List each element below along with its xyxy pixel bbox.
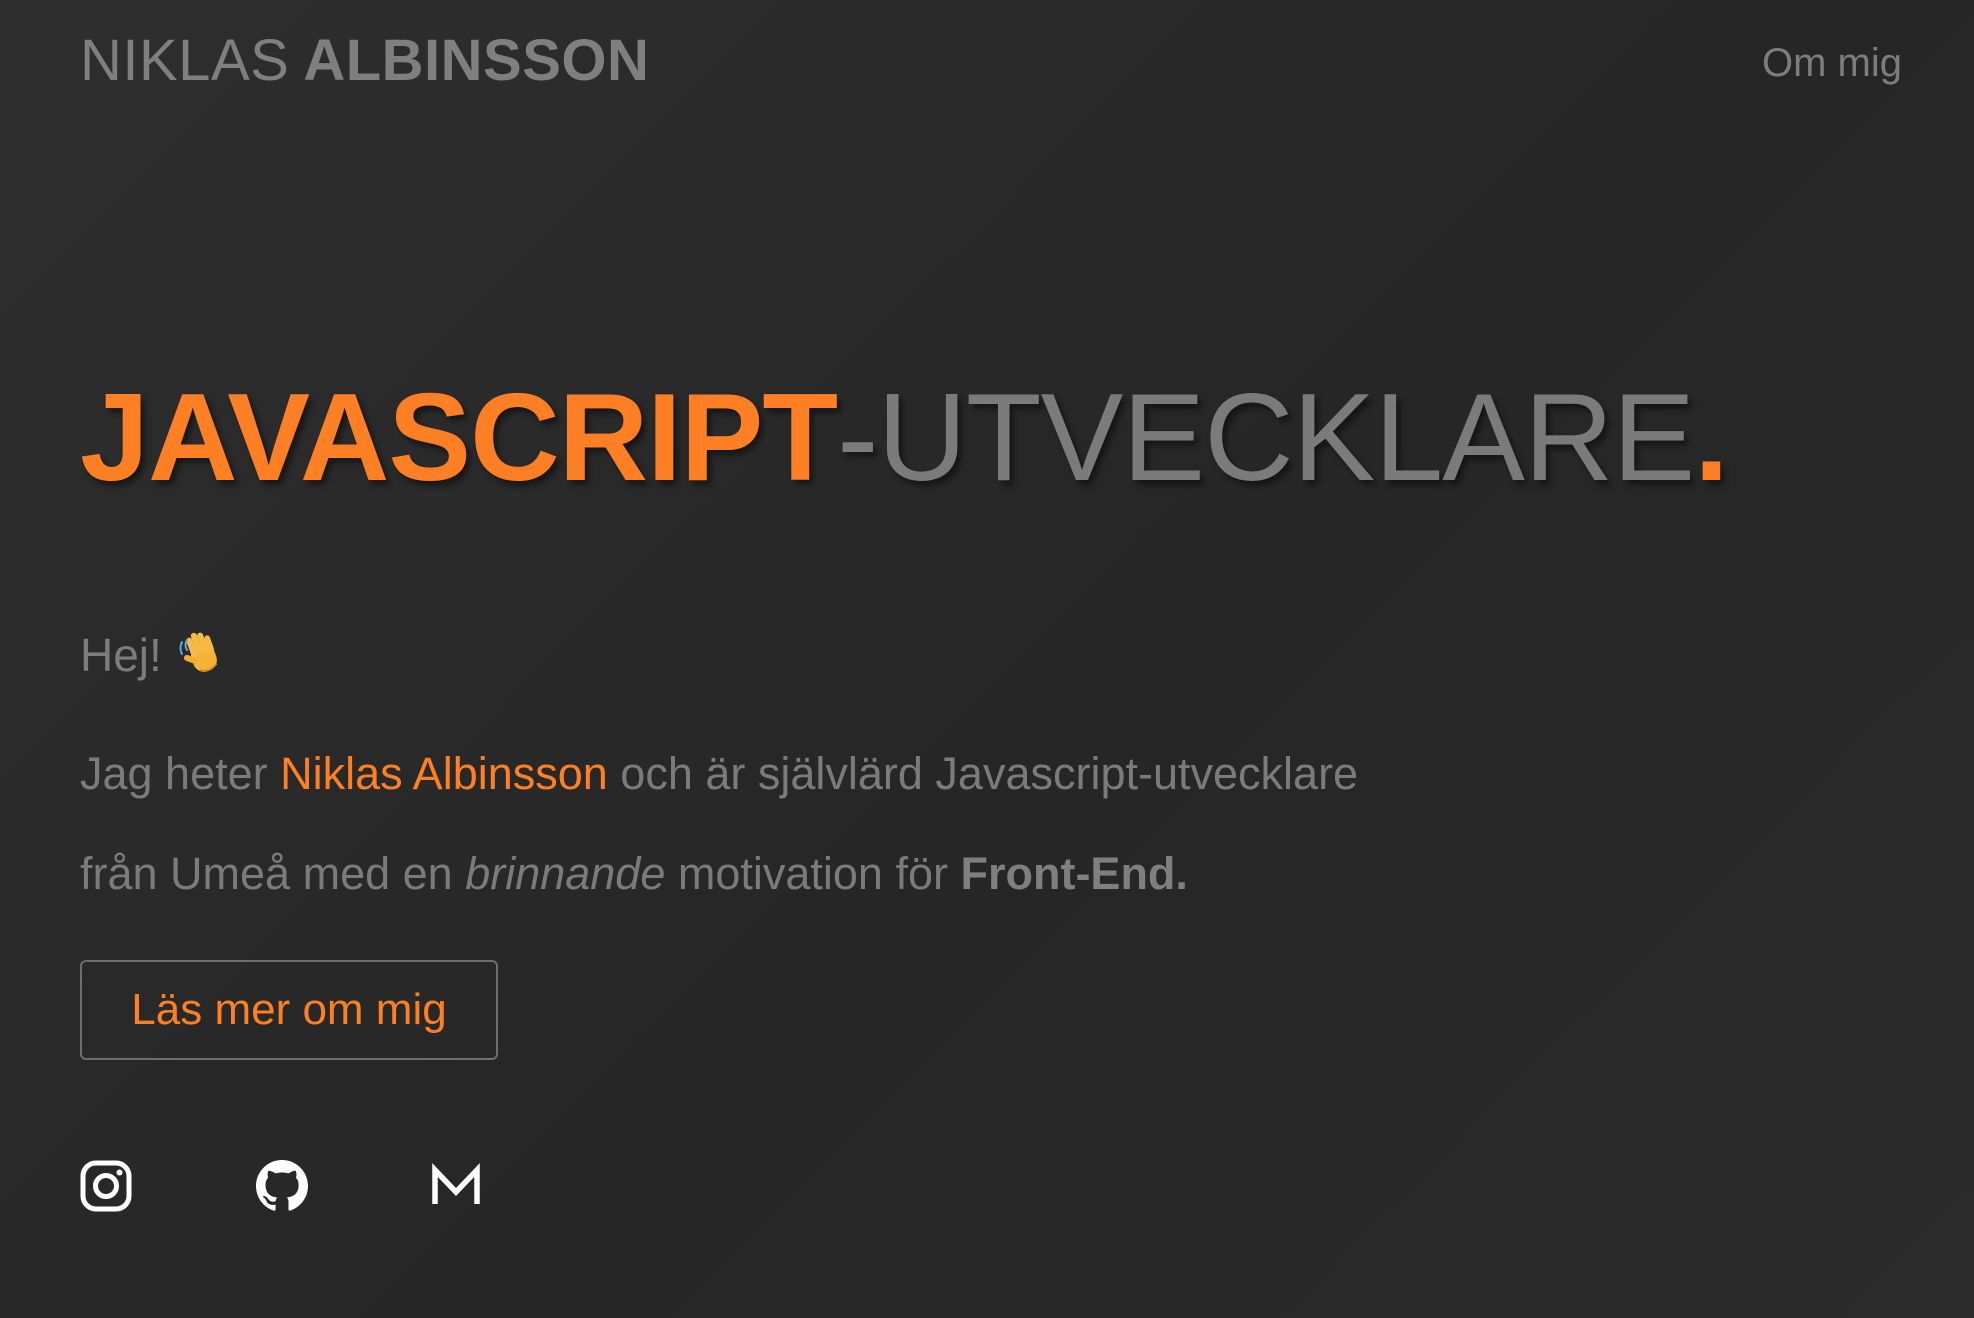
github-icon[interactable]	[256, 1160, 308, 1212]
intro-text: Jag heter	[80, 748, 281, 799]
intro-line-1: Jag heter Niklas Albinsson och är självl…	[80, 724, 1700, 824]
logo-last-name: ALBINSSON	[303, 27, 650, 93]
intro-text: och är självlärd Javascript-utvecklare	[607, 748, 1359, 799]
social-links	[80, 1160, 482, 1212]
logo-first-name: NIKLAS	[80, 27, 290, 93]
intro-line-2: från Umeå med en brinnande motivation fö…	[80, 824, 1700, 924]
read-more-button[interactable]: Läs mer om mig	[80, 960, 498, 1060]
hero-title-dot: .	[1694, 369, 1728, 507]
intro-text: motivation för	[665, 848, 961, 899]
intro-paragraph: Jag heter Niklas Albinsson och är självl…	[80, 724, 1700, 924]
greeting: Hej!	[80, 628, 230, 682]
hero-title-accent: JAVASCRIPT	[80, 369, 838, 507]
hero-title: JAVASCRIPT-UTVECKLARE.	[80, 368, 1729, 508]
intro-strong: Front-End.	[960, 848, 1188, 899]
instagram-icon[interactable]	[80, 1160, 132, 1212]
nav-link-about[interactable]: Om mig	[1762, 41, 1902, 86]
waving-hand-icon	[176, 628, 230, 682]
intro-text: från Umeå med en	[80, 848, 466, 899]
hero-title-rest: -UTVECKLARE	[837, 369, 1695, 507]
site-header: NIKLAS ALBINSSON Om mig	[80, 22, 1902, 98]
gmail-icon[interactable]	[430, 1160, 482, 1212]
site-logo[interactable]: NIKLAS ALBINSSON	[80, 27, 649, 94]
intro-emphasis: brinnande	[465, 848, 666, 899]
greeting-text: Hej!	[80, 629, 162, 681]
intro-name-highlight: Niklas Albinsson	[280, 748, 608, 799]
